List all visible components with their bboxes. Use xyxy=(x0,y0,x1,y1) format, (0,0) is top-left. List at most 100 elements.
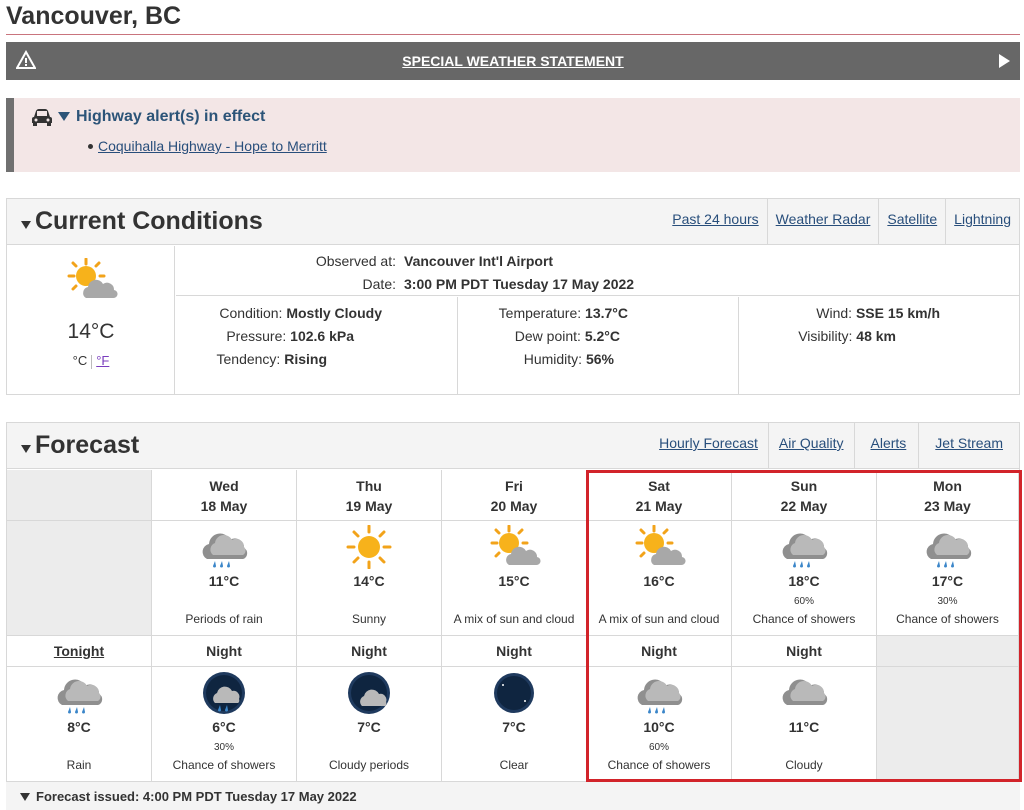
forecast-issued-text: Forecast issued: 4:00 PM PDT Tuesday 17 … xyxy=(36,789,357,804)
wind-value: SSE 15 km/h xyxy=(855,305,940,321)
observed-value: Vancouver Int'l Airport xyxy=(404,253,554,269)
special-weather-banner[interactable]: SPECIAL WEATHER STATEMENT xyxy=(6,42,1020,80)
link-past-24-hours[interactable]: Past 24 hours xyxy=(664,199,766,245)
condition-label: Condition: xyxy=(219,305,283,321)
link-lightning[interactable]: Lightning xyxy=(945,199,1019,245)
tonight-link[interactable]: Tonight xyxy=(7,643,151,659)
day-header: Thu 19 May xyxy=(297,470,442,521)
link-satellite[interactable]: Satellite xyxy=(878,199,945,245)
night-header: Night xyxy=(152,636,297,667)
condition-value: Mostly Cloudy xyxy=(286,305,382,321)
night-shower-icon xyxy=(203,672,245,714)
moon-icon xyxy=(487,671,541,715)
temperature-label: Temperature: xyxy=(498,305,582,321)
observation-info: Observed at: Vancouver Int'l Airport Dat… xyxy=(176,246,1019,296)
unit-toggle: °C °F xyxy=(7,353,175,369)
tendency-label: Tendency: xyxy=(216,351,281,367)
collapse-caret-icon[interactable] xyxy=(21,221,31,229)
play-arrow-icon[interactable] xyxy=(999,54,1010,68)
night-forecast-cell: 7°C Clear xyxy=(442,667,587,782)
forecast-title[interactable]: Forecast xyxy=(35,431,139,460)
night-label: Night xyxy=(496,643,532,659)
sun-cloud-icon xyxy=(487,525,541,569)
day-forecast-cell: 11°C Periods of rain xyxy=(152,521,297,636)
night-forecast-cell: 7°C Cloudy periods xyxy=(297,667,442,782)
highlight-box xyxy=(586,470,1022,782)
pressure-value: 102.6 kPa xyxy=(290,328,354,344)
day-temp: 15°C xyxy=(498,573,530,589)
night-summary: Chance of showers xyxy=(172,758,276,772)
forecast-header: Forecast Hourly Forecast Air Quality Ale… xyxy=(7,423,1019,469)
day-date: 20 May xyxy=(490,498,538,514)
unit-fahrenheit-link[interactable]: °F xyxy=(96,353,109,368)
conditions-col-2: Temperature: 13.7°C Dew point: 5.2°C Hum… xyxy=(459,297,739,394)
special-weather-link[interactable]: SPECIAL WEATHER STATEMENT xyxy=(6,53,1020,69)
day-header: Fri 20 May xyxy=(442,470,587,521)
link-alerts[interactable]: Alerts xyxy=(853,423,919,469)
forecast-issued-bar[interactable]: Forecast issued: 4:00 PM PDT Tuesday 17 … xyxy=(6,782,1020,810)
link-air-quality[interactable]: Air Quality xyxy=(767,423,854,469)
link-weather-radar[interactable]: Weather Radar xyxy=(766,199,879,245)
night-temp: 6°C xyxy=(212,719,236,735)
title-divider xyxy=(6,34,1020,35)
rain-cloud-icon xyxy=(52,671,106,715)
dewpoint-label: Dew point: xyxy=(514,328,581,344)
day-name: Thu xyxy=(356,478,382,494)
highway-alert-box: Highway alert(s) in effect Coquihalla Hi… xyxy=(6,98,1020,172)
expand-caret-icon[interactable] xyxy=(20,793,30,801)
day-summary: Sunny xyxy=(351,612,387,626)
day-name: Wed xyxy=(209,478,239,494)
night-cloudy-icon xyxy=(348,672,390,714)
current-summary: 14°C °C °F xyxy=(7,246,175,394)
current-conditions-panel: Current Conditions Past 24 hours Weather… xyxy=(6,198,1020,395)
day-forecast-cell: 14°C Sunny xyxy=(297,521,442,636)
current-conditions-title[interactable]: Current Conditions xyxy=(35,207,263,236)
sun-icon xyxy=(342,525,396,569)
unit-celsius: °C xyxy=(72,353,88,368)
day-name: Fri xyxy=(505,478,523,494)
collapse-caret-icon[interactable] xyxy=(21,445,31,453)
day-temp: 14°C xyxy=(353,573,385,589)
day-summary: Periods of rain xyxy=(185,612,263,626)
night-summary: Cloudy periods xyxy=(328,758,410,772)
pressure-label: Pressure: xyxy=(226,328,287,344)
current-links: Past 24 hours Weather Radar Satellite Li… xyxy=(664,199,1019,245)
bullet-icon xyxy=(88,144,93,149)
tonight-forecast-cell: 8°C Rain xyxy=(7,667,152,782)
humidity-value: 56% xyxy=(585,351,614,367)
night-temp: 8°C xyxy=(67,719,91,735)
night-header: Night xyxy=(442,636,587,667)
night-label: Night xyxy=(351,643,387,659)
link-jet-stream[interactable]: Jet Stream xyxy=(918,423,1019,469)
day-temp: 11°C xyxy=(208,573,240,589)
conditions-col-1: Condition: Mostly Cloudy Pressure: 102.6… xyxy=(176,297,458,394)
night-temp: 7°C xyxy=(357,719,381,735)
humidity-label: Humidity: xyxy=(523,351,583,367)
highway-alert-link[interactable]: Coquihalla Highway - Hope to Merritt xyxy=(98,138,327,154)
expand-caret-icon[interactable] xyxy=(58,112,70,121)
link-hourly-forecast[interactable]: Hourly Forecast xyxy=(649,423,768,469)
wind-label: Wind: xyxy=(816,305,853,321)
tendency-value: Rising xyxy=(284,351,327,367)
visibility-label: Visibility: xyxy=(798,328,853,344)
rain-cloud-icon xyxy=(197,525,251,569)
grid-spacer xyxy=(7,521,152,636)
current-temp: 14°C xyxy=(67,320,115,343)
day-header: Wed 18 May xyxy=(152,470,297,521)
night-pop: 30% xyxy=(213,742,234,753)
night-label: Night xyxy=(206,643,242,659)
temperature-value: 13.7°C xyxy=(585,305,628,321)
highway-alert-heading[interactable]: Highway alert(s) in effect xyxy=(76,108,265,126)
tonight-header: Tonight xyxy=(7,636,152,667)
day-summary: A mix of sun and cloud xyxy=(453,612,575,626)
day-forecast-cell: 15°C A mix of sun and cloud xyxy=(442,521,587,636)
date-label: Date: xyxy=(362,276,396,292)
forecast-links: Hourly Forecast Air Quality Alerts Jet S… xyxy=(649,423,1019,469)
car-icon xyxy=(32,109,52,126)
observed-label: Observed at: xyxy=(315,253,396,269)
location-title: Vancouver, BC xyxy=(6,2,182,30)
night-header: Night xyxy=(297,636,442,667)
night-summary: Clear xyxy=(499,758,529,772)
grid-corner xyxy=(7,470,152,521)
night-forecast-cell: 6°C 30% Chance of showers xyxy=(152,667,297,782)
